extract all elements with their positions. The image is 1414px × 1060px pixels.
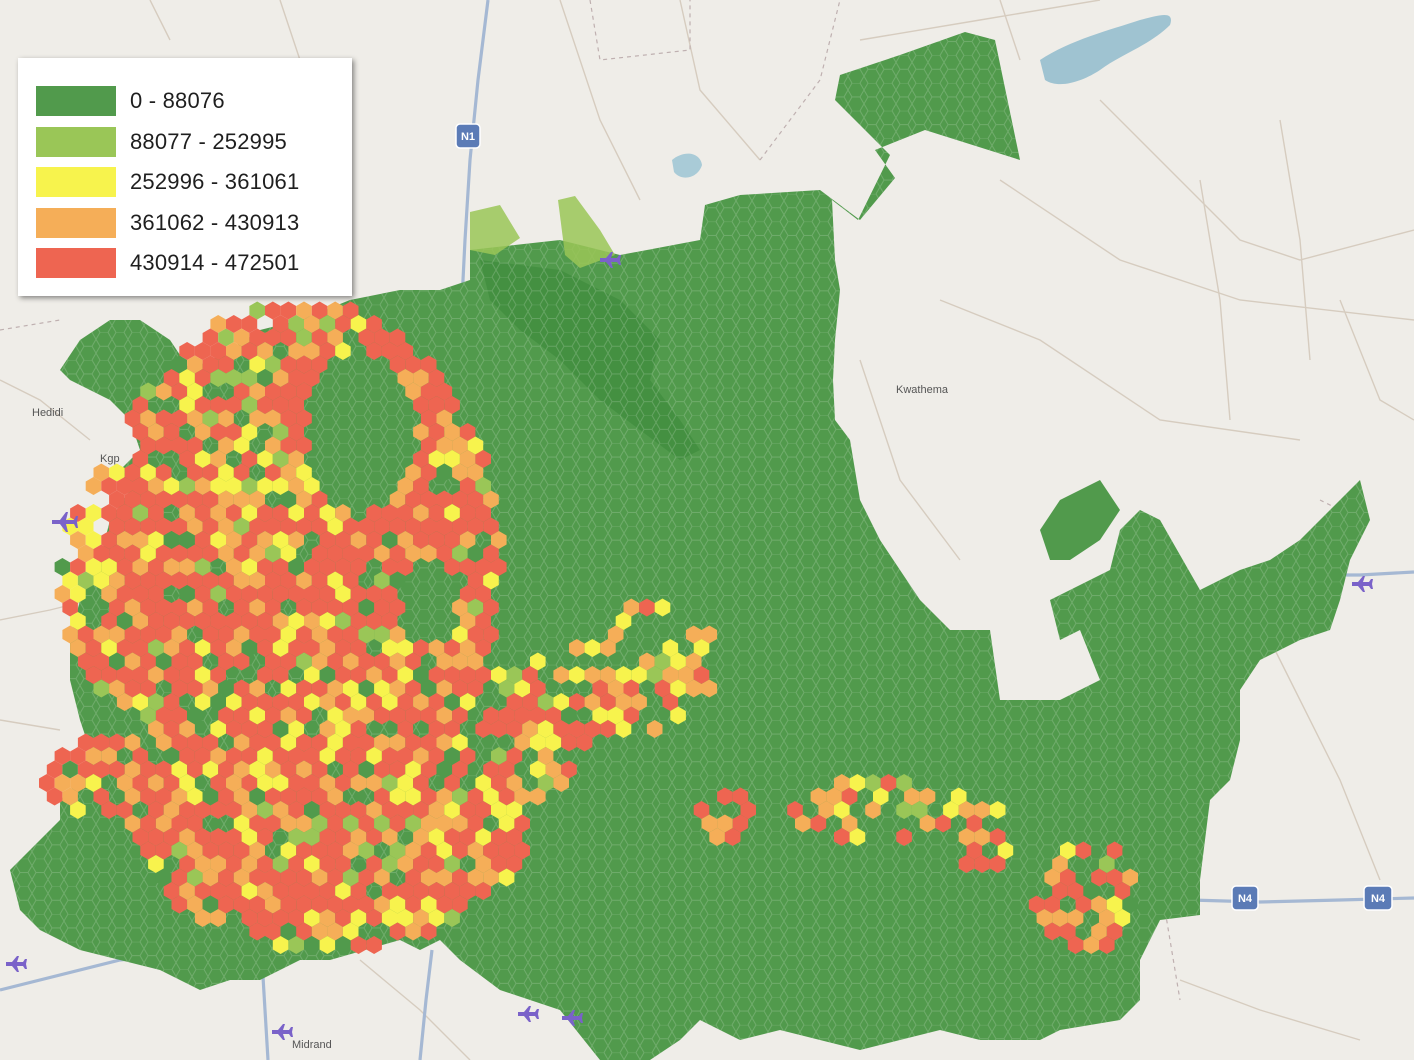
legend-label: 88077 - 252995 <box>130 128 287 154</box>
map-legend: 0 - 88076 88077 - 252995 252996 - 361061… <box>18 58 352 296</box>
legend-entry: 361062 - 430913 <box>36 203 352 244</box>
legend-entry: 88077 - 252995 <box>36 122 352 163</box>
legend-entry: 252996 - 361061 <box>36 162 352 203</box>
legend-swatch <box>36 86 116 117</box>
place-label-kgp: Kgp <box>100 453 120 465</box>
legend-label: 252996 - 361061 <box>130 169 300 195</box>
legend-swatch <box>36 167 116 198</box>
legend-swatch <box>36 126 116 157</box>
legend-swatch <box>36 207 116 238</box>
road-shield-n1: N1 <box>455 123 481 149</box>
place-label-hedidi: Hedidi <box>32 407 63 419</box>
road-shield-n4-center-label: N4 <box>1238 893 1253 905</box>
legend-entry: 430914 - 472501 <box>36 243 352 284</box>
legend-swatch <box>36 248 116 279</box>
road-shield-n4-center: N4 <box>1231 885 1259 911</box>
legend-label: 361062 - 430913 <box>130 209 300 235</box>
road-shield-n1-label: N1 <box>461 131 475 143</box>
road-shield-n4-east: N4 <box>1363 885 1393 911</box>
road-shield-n4-east-label: N4 <box>1371 893 1386 905</box>
legend-label: 430914 - 472501 <box>130 250 300 276</box>
legend-entry: 0 - 88076 <box>36 81 352 122</box>
place-label-kwathema: Kwathema <box>896 384 949 396</box>
legend-label: 0 - 88076 <box>130 88 225 114</box>
place-label-midrand: Midrand <box>292 1039 332 1051</box>
